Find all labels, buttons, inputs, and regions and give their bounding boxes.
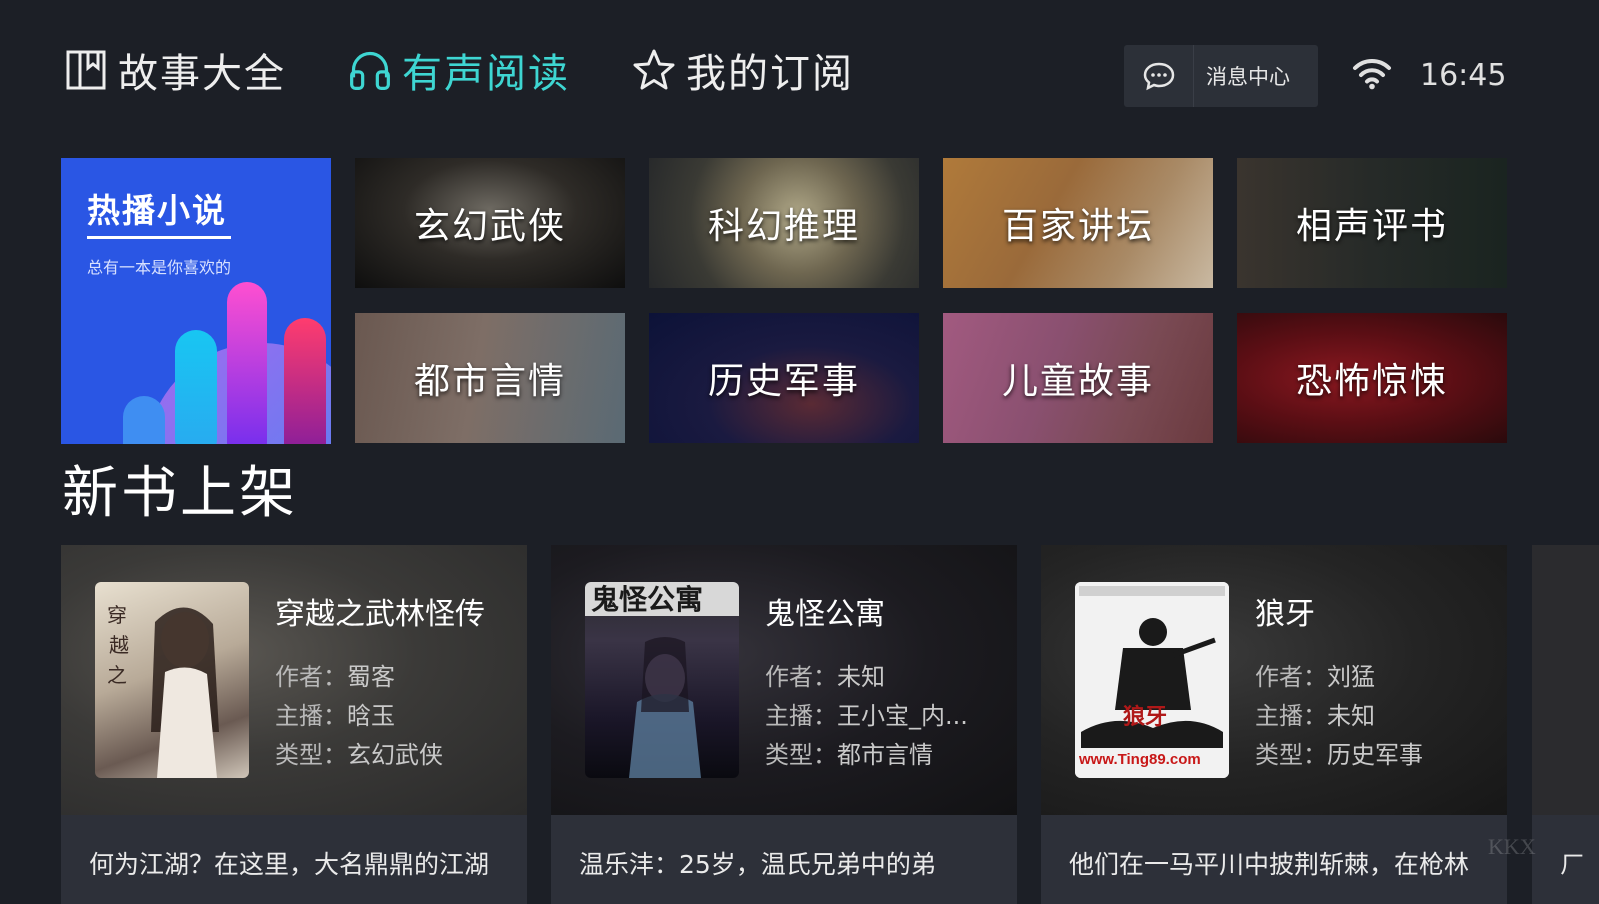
book-description: 温乐沣：25岁，温氏兄弟中的弟: [579, 850, 936, 879]
cover-text: www.Ting89.com: [1078, 751, 1201, 768]
tab-label: 故事大全: [118, 51, 286, 97]
app-root: 故事大全 有声阅读 我的订阅 消息中心 16:45 热播小说 总有一本是你喜欢的…: [0, 0, 1599, 904]
category-tile-scifi[interactable]: 科幻推理: [649, 158, 919, 288]
svg-text:之: 之: [107, 664, 127, 687]
clock: 16:45: [1420, 58, 1507, 93]
hot-novels-tile[interactable]: 热播小说 总有一本是你喜欢的: [61, 158, 331, 444]
book-author: 作者：蜀客: [275, 663, 395, 691]
book-card[interactable]: 穿越之 穿越之武林怪传 作者：蜀客 主播：晗玉 类型：玄幻武侠 何为江湖？在这里…: [61, 545, 527, 904]
book-narrator: 主播：未知: [1255, 702, 1375, 730]
category-tile-romance[interactable]: 都市言情: [355, 313, 625, 443]
message-center-label: 消息中心: [1206, 65, 1290, 89]
book-narrator: 主播：晗玉: [275, 702, 395, 730]
tab-label: 有声阅读: [402, 51, 570, 97]
category-tile-fantasy[interactable]: 玄幻武侠: [355, 158, 625, 288]
top-nav: 故事大全 有声阅读 我的订阅: [64, 36, 916, 104]
wifi-icon: [1352, 56, 1392, 90]
category-label: 恐怖惊悚: [1295, 361, 1448, 402]
book-cover: 狼牙 www.Ting89.com: [1075, 582, 1229, 778]
category-label: 科幻推理: [707, 206, 860, 247]
cover-text: 穿: [107, 604, 127, 627]
book-author: 作者：未知: [765, 663, 885, 691]
book-cover: 穿越之: [95, 582, 249, 778]
book-cover: 鬼怪公寓: [585, 582, 739, 778]
svg-text:狼牙: 狼牙: [1123, 704, 1167, 729]
book-title: 穿越之武林怪传: [275, 597, 485, 632]
book-type: 类型：都市言情: [765, 741, 933, 769]
tab-story-collection[interactable]: 故事大全: [64, 41, 286, 99]
book-card[interactable]: 鬼怪公寓 鬼怪公寓 作者：未知 主播：王小宝_内... 类型：都市言情 温乐沣：…: [551, 545, 1017, 904]
cover-title-text: 鬼怪公寓: [591, 583, 703, 616]
book-description-partial: ㄏ: [1560, 850, 1586, 879]
svg-text:越: 越: [109, 634, 129, 657]
book-title: 狼牙: [1255, 597, 1315, 632]
book-icon: [64, 48, 108, 92]
book-description: 何为江湖？在这里，大名鼎鼎的江湖: [89, 850, 490, 879]
tab-label: 我的订阅: [686, 51, 854, 97]
category-label: 相声评书: [1295, 206, 1448, 247]
category-label: 历史军事: [707, 361, 860, 402]
book-title: 鬼怪公寓: [765, 597, 885, 632]
hero-underline: [87, 236, 231, 239]
category-label: 都市言情: [413, 361, 566, 402]
book-narrator: 主播：王小宝_内...: [765, 702, 968, 730]
tab-audio-reading[interactable]: 有声阅读: [348, 41, 570, 99]
category-label: 儿童故事: [1001, 361, 1154, 402]
book-card[interactable]: 狼牙 www.Ting89.com 狼牙 作者：刘猛 主播：未知 类型：历史军事 …: [1041, 545, 1507, 904]
book-description: 他们在一马平川中披荆斩棘，在枪林: [1069, 850, 1470, 879]
message-center-button[interactable]: 消息中心: [1124, 45, 1318, 107]
category-tile-crosstalk[interactable]: 相声评书: [1237, 158, 1507, 288]
book-author: 作者：刘猛: [1255, 663, 1375, 691]
category-label: 玄幻武侠: [413, 206, 566, 247]
category-tile-history[interactable]: 历史军事: [649, 313, 919, 443]
headphones-icon: [348, 48, 392, 92]
book-type: 类型：历史军事: [1255, 741, 1423, 769]
watermark-logo: KKX: [1488, 834, 1536, 859]
book-card-partial[interactable]: ㄏ: [1532, 545, 1599, 904]
star-icon: [632, 48, 676, 92]
category-label: 百家讲坛: [1001, 206, 1154, 247]
category-tile-lecture[interactable]: 百家讲坛: [943, 158, 1213, 288]
hero-subtitle: 总有一本是你喜欢的: [87, 258, 232, 277]
category-tile-horror[interactable]: 恐怖惊悚: [1237, 313, 1507, 443]
chat-bubble-icon: [1124, 45, 1194, 107]
category-tile-children[interactable]: 儿童故事: [943, 313, 1213, 443]
section-title: 新书上架: [62, 461, 298, 526]
hero-title: 热播小说: [87, 191, 227, 230]
book-type: 类型：玄幻武侠: [275, 741, 443, 769]
tab-my-subscriptions[interactable]: 我的订阅: [632, 41, 854, 99]
